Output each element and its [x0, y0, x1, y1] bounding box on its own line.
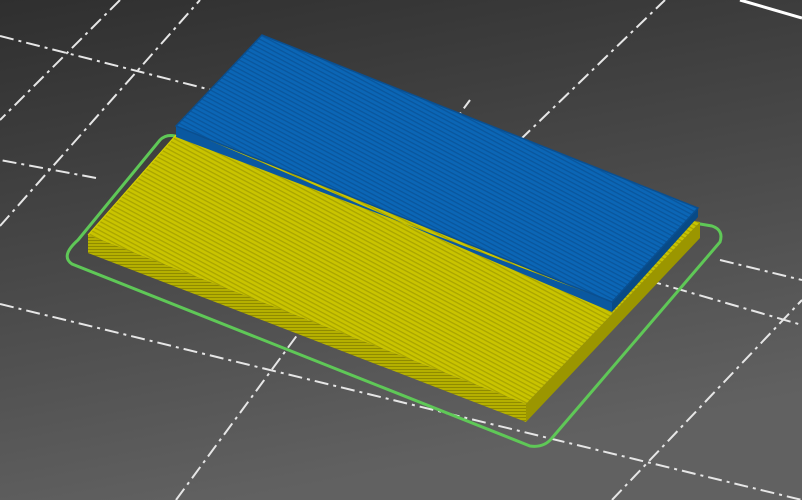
preview-canvas[interactable] — [0, 0, 802, 500]
3d-preview-viewport[interactable] — [0, 0, 802, 500]
